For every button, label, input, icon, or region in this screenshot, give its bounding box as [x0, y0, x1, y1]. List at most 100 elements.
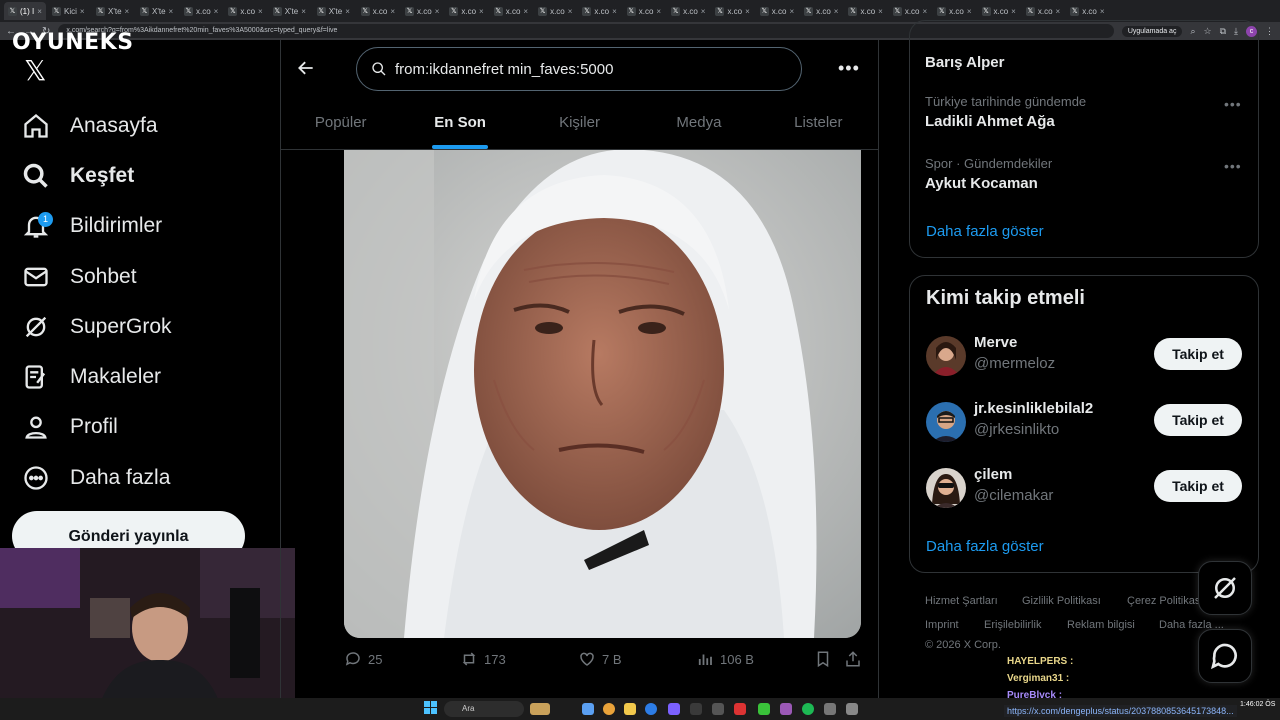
reply-button[interactable]: 25 [344, 650, 382, 668]
browser-tab[interactable]: 𝕏x.co × [490, 2, 532, 20]
footer-link[interactable]: Reklam bilgisi [1067, 619, 1135, 631]
nav-explore[interactable]: Keşfet [22, 156, 134, 196]
browser-tab[interactable]: 𝕏x.co × [800, 2, 842, 20]
chrome-icon[interactable] [603, 703, 615, 715]
browser-tab[interactable]: 𝕏x.co × [1066, 2, 1108, 20]
close-tab-icon[interactable]: × [612, 7, 617, 16]
spotify-icon[interactable] [802, 703, 814, 715]
follow-button[interactable]: Takip et [1154, 338, 1242, 370]
nav-articles[interactable]: Makaleler [22, 357, 161, 397]
nav-notifications[interactable]: 1 Bildirimler [22, 206, 162, 246]
close-tab-icon[interactable]: × [435, 7, 440, 16]
taskbar-search-input[interactable]: Ara [444, 701, 524, 717]
nav-home[interactable]: Anasayfa [22, 106, 158, 146]
avatar[interactable] [926, 468, 966, 508]
grok-fab-button[interactable] [1198, 561, 1252, 615]
taskbar-app-icon[interactable] [846, 703, 858, 715]
browser-tab[interactable]: 𝕏x.co × [756, 2, 798, 20]
browser-tab[interactable]: 𝕏x.co × [401, 2, 443, 20]
close-tab-icon[interactable]: × [834, 7, 839, 16]
browser-tab[interactable]: 𝕏x.co × [1022, 2, 1064, 20]
more-options-icon[interactable]: ••• [838, 58, 860, 79]
tab-popular[interactable]: Popüler [281, 100, 400, 149]
taskbar-widget-icon[interactable] [530, 703, 550, 715]
close-tab-icon[interactable]: × [789, 7, 794, 16]
close-tab-icon[interactable]: × [967, 7, 972, 16]
close-tab-icon[interactable]: × [1011, 7, 1016, 16]
footer-link[interactable]: Gizlilik Politikası [1022, 595, 1101, 607]
avatar[interactable] [926, 402, 966, 442]
close-tab-icon[interactable]: × [169, 7, 174, 16]
trend-item[interactable]: Spor · Gündemdekiler Aykut Kocaman [925, 156, 1052, 192]
close-tab-icon[interactable]: × [878, 7, 883, 16]
trends-show-more-link[interactable]: Daha fazla göster [926, 223, 1044, 240]
close-tab-icon[interactable]: × [80, 7, 85, 16]
browser-tab[interactable]: 𝕏x.co × [445, 2, 487, 20]
close-tab-icon[interactable]: × [345, 7, 350, 16]
repost-button[interactable]: 173 [460, 650, 506, 668]
tab-media[interactable]: Medya [639, 100, 758, 149]
user-name[interactable]: Merve [974, 334, 1017, 351]
follow-button[interactable]: Takip et [1154, 404, 1242, 436]
close-tab-icon[interactable]: × [37, 7, 42, 16]
browser-tab[interactable]: 𝕏x.co × [534, 2, 576, 20]
browser-tab[interactable]: 𝕏x.co × [889, 2, 931, 20]
browser-tab[interactable]: 𝕏x.co × [224, 2, 266, 20]
file-explorer-icon[interactable] [624, 703, 636, 715]
follow-suggestion[interactable]: jr.kesinliklebilal2 @jrkesinlikto Takip … [926, 400, 1242, 444]
taskbar-app-icon[interactable] [824, 703, 836, 715]
tab-people[interactable]: Kişiler [520, 100, 639, 149]
messages-fab-button[interactable] [1198, 629, 1252, 683]
tweet-image[interactable] [344, 150, 861, 638]
nav-profile[interactable]: Profil [22, 407, 118, 447]
follow-suggestion[interactable]: Merve @mermeloz Takip et [926, 334, 1242, 378]
nav-messages[interactable]: Sohbet [22, 257, 137, 297]
user-name[interactable]: çilem [974, 466, 1012, 483]
close-tab-icon[interactable]: × [214, 7, 219, 16]
browser-tab[interactable]: 𝕏x.co × [578, 2, 620, 20]
nav-supergrok[interactable]: SuperGrok [22, 307, 172, 347]
taskbar-app-icon[interactable] [780, 703, 792, 715]
close-tab-icon[interactable]: × [745, 7, 750, 16]
taskbar-app-icon[interactable] [690, 703, 702, 715]
footer-link[interactable]: Erişilebilirlik [984, 619, 1041, 631]
trend-more-icon[interactable]: ••• [1224, 96, 1242, 112]
close-tab-icon[interactable]: × [568, 7, 573, 16]
browser-tab[interactable]: 𝕏 X'te × [92, 2, 134, 20]
close-tab-icon[interactable]: × [479, 7, 484, 16]
taskbar-app-icon[interactable] [668, 703, 680, 715]
browser-tab[interactable]: 𝕏x.co × [978, 2, 1020, 20]
close-tab-icon[interactable]: × [1056, 7, 1061, 16]
search-input[interactable]: from:ikdannefret min_faves:5000 [356, 47, 802, 91]
follow-suggestion[interactable]: çilem @cilemakar Takip et [926, 466, 1242, 510]
footer-link[interactable]: Çerez Politikası [1127, 595, 1203, 607]
windows-start-icon[interactable] [424, 701, 438, 715]
browser-tab[interactable]: 𝕏x.co × [623, 2, 665, 20]
browser-tab[interactable]: 𝕏 (1) I × [4, 2, 46, 20]
close-tab-icon[interactable]: × [301, 7, 306, 16]
avatar[interactable] [926, 336, 966, 376]
browser-tab[interactable]: 𝕏 Kici × [48, 2, 90, 20]
who-to-follow-show-more-link[interactable]: Daha fazla göster [926, 538, 1044, 555]
footer-link[interactable]: Imprint [925, 619, 959, 631]
trend-more-icon[interactable]: ••• [1224, 158, 1242, 174]
trend-item[interactable]: Türkiye tarihinde gündemde Ladikli Ahmet… [925, 94, 1086, 130]
browser-tab[interactable]: 𝕏x.co × [180, 2, 222, 20]
close-tab-icon[interactable]: × [656, 7, 661, 16]
trend-item[interactable]: Barış Alper [925, 50, 1004, 71]
browser-tab[interactable]: 𝕏 X'te × [269, 2, 311, 20]
browser-tab[interactable]: 𝕏x.co × [667, 2, 709, 20]
taskbar-app-icon[interactable] [758, 703, 770, 715]
browser-tab[interactable]: 𝕏x.co × [844, 2, 886, 20]
footer-link[interactable]: Hizmet Şartları [925, 595, 998, 607]
bookmark-button[interactable] [814, 650, 832, 668]
close-tab-icon[interactable]: × [1100, 7, 1105, 16]
nav-more[interactable]: Daha fazla [22, 458, 170, 498]
browser-tab[interactable]: 𝕏 X'te × [313, 2, 355, 20]
tab-lists[interactable]: Listeler [759, 100, 878, 149]
close-tab-icon[interactable]: × [922, 7, 927, 16]
taskbar-app-icon[interactable] [712, 703, 724, 715]
close-tab-icon[interactable]: × [125, 7, 130, 16]
close-tab-icon[interactable]: × [701, 7, 706, 16]
like-button[interactable]: 7 B [578, 650, 622, 668]
